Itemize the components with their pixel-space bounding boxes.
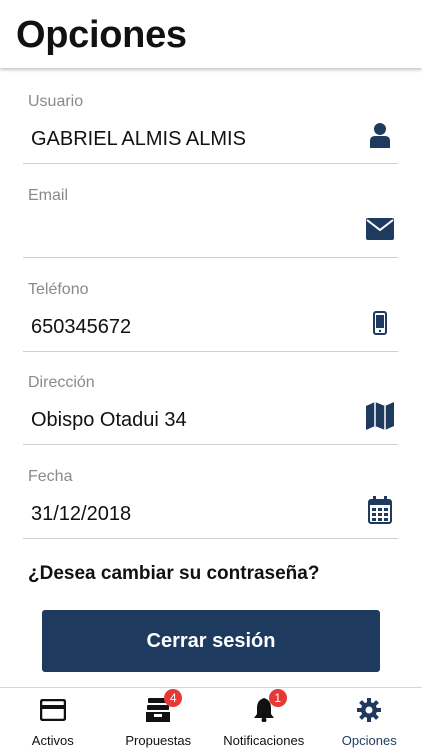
mobile-phone-icon xyxy=(365,307,395,339)
direccion-field: Dirección xyxy=(23,374,398,445)
email-field: Email xyxy=(23,187,398,258)
tab-opciones[interactable]: Opciones xyxy=(317,688,422,751)
inbox-icon: 4 xyxy=(146,697,170,723)
tab-propuestas[interactable]: 4 Propuestas xyxy=(106,688,212,751)
tab-activos[interactable]: Activos xyxy=(0,688,106,751)
usuario-input[interactable] xyxy=(31,126,351,152)
bottom-tab-bar: Activos 4 Propuestas 1 Notificaciones Op… xyxy=(0,687,422,751)
usuario-label: Usuario xyxy=(28,93,83,111)
tab-notificaciones[interactable]: 1 Notificaciones xyxy=(211,688,317,751)
email-input[interactable] xyxy=(31,220,351,246)
telefono-label: Teléfono xyxy=(28,281,89,299)
fecha-label: Fecha xyxy=(28,468,72,486)
notificaciones-badge: 1 xyxy=(269,689,287,707)
page-title: Opciones xyxy=(16,14,187,57)
direccion-input[interactable] xyxy=(31,407,351,433)
tab-opciones-label: Opciones xyxy=(342,733,397,748)
user-icon xyxy=(365,119,395,151)
credit-card-icon xyxy=(40,697,66,723)
tab-notificaciones-label: Notificaciones xyxy=(223,733,304,748)
tab-propuestas-label: Propuestas xyxy=(125,733,191,748)
calendar-icon xyxy=(365,494,395,526)
bell-icon: 1 xyxy=(253,697,275,723)
fecha-input[interactable] xyxy=(31,501,351,527)
propuestas-badge: 4 xyxy=(164,689,182,707)
direccion-label: Dirección xyxy=(28,374,95,392)
change-password-link[interactable]: ¿Desea cambiar su contraseña? xyxy=(28,563,319,585)
envelope-icon xyxy=(365,213,395,245)
telefono-input[interactable] xyxy=(31,314,351,340)
header-bar: Opciones xyxy=(0,0,422,68)
telefono-field: Teléfono xyxy=(23,281,398,352)
logout-button[interactable]: Cerrar sesión xyxy=(42,610,380,672)
map-icon xyxy=(365,400,395,432)
email-label: Email xyxy=(28,187,68,205)
fecha-field: Fecha xyxy=(23,468,398,539)
gear-icon xyxy=(357,697,381,723)
usuario-field: Usuario xyxy=(23,93,398,164)
tab-activos-label: Activos xyxy=(32,733,74,748)
